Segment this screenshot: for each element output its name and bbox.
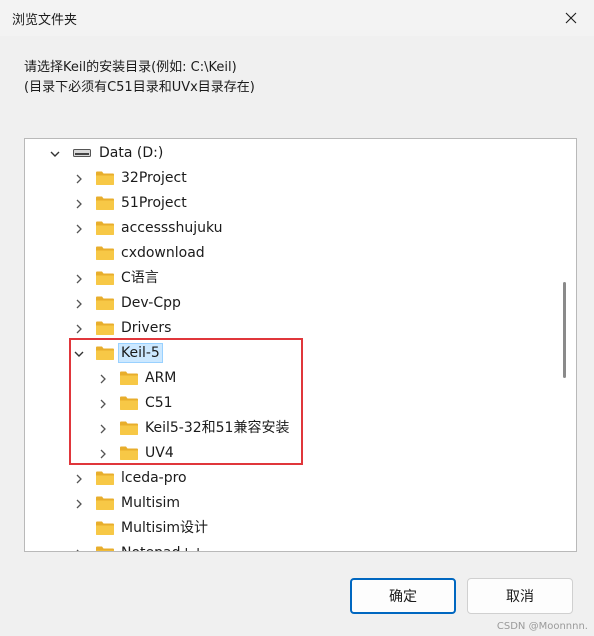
folder-icon <box>95 195 115 211</box>
folder-icon <box>95 495 115 511</box>
folder-label: Notepad++ <box>119 544 206 551</box>
folder-tree[interactable]: Data (D:) 32Project 51Project accessshujuk… <box>24 138 577 552</box>
folder-icon <box>119 395 139 411</box>
instruction-line-2: (目录下必须有C51目录和UVx目录存在) <box>24 80 255 95</box>
instruction-line-1: 请选择Keil的安装目录(例如: C:\Keil) <box>24 60 237 75</box>
folder-label: Drivers <box>121 320 172 336</box>
tree-row[interactable]: Keil-5 <box>25 341 565 366</box>
chevron-right-icon[interactable] <box>97 448 109 460</box>
folder-label: Multisim <box>121 495 181 511</box>
chevron-right-icon[interactable] <box>73 173 85 185</box>
folder-tree-rows: Data (D:) 32Project 51Project accessshujuk… <box>25 141 565 551</box>
tree-row[interactable]: 32Project <box>25 166 565 191</box>
chevron-down-icon[interactable] <box>73 348 85 360</box>
folder-icon <box>95 170 115 186</box>
close-icon <box>565 12 577 24</box>
chevron-right-icon[interactable] <box>73 498 85 510</box>
folder-label: UV4 <box>145 445 174 461</box>
tree-row[interactable]: 51Project <box>25 191 565 216</box>
watermark-text: CSDN @Moonnnn. <box>496 621 588 632</box>
tree-row[interactable]: Notepad++ <box>25 541 565 551</box>
folder-icon <box>95 220 115 236</box>
tree-row[interactable]: accessshujuku <box>25 216 565 241</box>
chevron-right-icon[interactable] <box>73 323 85 335</box>
folder-icon <box>95 470 115 486</box>
chevron-right-icon[interactable] <box>73 273 85 285</box>
folder-icon <box>119 370 139 386</box>
tree-row[interactable]: Multisim <box>25 491 565 516</box>
drive-label: Data (D:) <box>99 145 164 161</box>
folder-icon <box>95 345 115 361</box>
close-button[interactable] <box>548 0 594 36</box>
dialog-content: 请选择Keil的安装目录(例如: C:\Keil) (目录下必须有C51目录和U… <box>0 36 594 636</box>
tree-row[interactable]: lceda-pro <box>25 466 565 491</box>
folder-label: 32Project <box>121 170 187 186</box>
folder-label: Dev-Cpp <box>121 295 181 311</box>
chevron-right-icon[interactable] <box>73 198 85 210</box>
tree-row[interactable]: C语言 <box>25 266 565 291</box>
chevron-right-icon[interactable] <box>97 423 109 435</box>
tree-row[interactable]: Dev-Cpp <box>25 291 565 316</box>
folder-label: lceda-pro <box>121 470 187 486</box>
folder-label: Keil-5 <box>118 343 163 363</box>
chevron-right-icon[interactable] <box>73 298 85 310</box>
chevron-down-icon[interactable] <box>49 148 61 160</box>
tree-row[interactable]: Keil5-32和51兼容安装 <box>25 416 565 441</box>
folder-icon <box>95 245 115 261</box>
tree-row[interactable]: C51 <box>25 391 565 416</box>
scrollbar-thumb[interactable] <box>563 282 566 378</box>
folder-label: C语言 <box>121 270 159 286</box>
window-title: 浏览文件夹 <box>12 13 78 28</box>
chevron-right-icon[interactable] <box>73 223 85 235</box>
tree-row[interactable]: cxdownload <box>25 241 565 266</box>
folder-icon <box>95 545 115 551</box>
tree-scrollbar[interactable] <box>566 139 576 551</box>
folder-icon <box>95 320 115 336</box>
folder-label: Keil5-32和51兼容安装 <box>145 420 290 436</box>
tree-row[interactable]: ARM <box>25 366 565 391</box>
folder-icon <box>95 520 115 536</box>
chevron-right-icon[interactable] <box>73 548 85 551</box>
drive-icon <box>73 149 91 157</box>
folder-icon <box>95 270 115 286</box>
folder-icon <box>119 420 139 436</box>
tree-row[interactable]: Drivers <box>25 316 565 341</box>
chevron-right-icon[interactable] <box>97 373 109 385</box>
folder-icon <box>95 295 115 311</box>
folder-label: ARM <box>145 370 177 386</box>
cancel-button[interactable]: 取消 <box>467 578 573 614</box>
folder-label: cxdownload <box>121 245 205 261</box>
tree-row-drive[interactable]: Data (D:) <box>25 141 565 166</box>
folder-label: Multisim设计 <box>121 520 209 536</box>
folder-label: accessshujuku <box>121 220 223 236</box>
chevron-right-icon[interactable] <box>73 473 85 485</box>
tree-row[interactable]: UV4 <box>25 441 565 466</box>
folder-label: 51Project <box>121 195 187 211</box>
instruction-text: 请选择Keil的安装目录(例如: C:\Keil) (目录下必须有C51目录和U… <box>24 58 255 98</box>
folder-icon <box>119 445 139 461</box>
ok-button[interactable]: 确定 <box>350 578 456 614</box>
chevron-right-icon[interactable] <box>97 398 109 410</box>
tree-row[interactable]: Multisim设计 <box>25 516 565 541</box>
folder-label: C51 <box>145 395 173 411</box>
title-bar: 浏览文件夹 <box>0 0 594 36</box>
